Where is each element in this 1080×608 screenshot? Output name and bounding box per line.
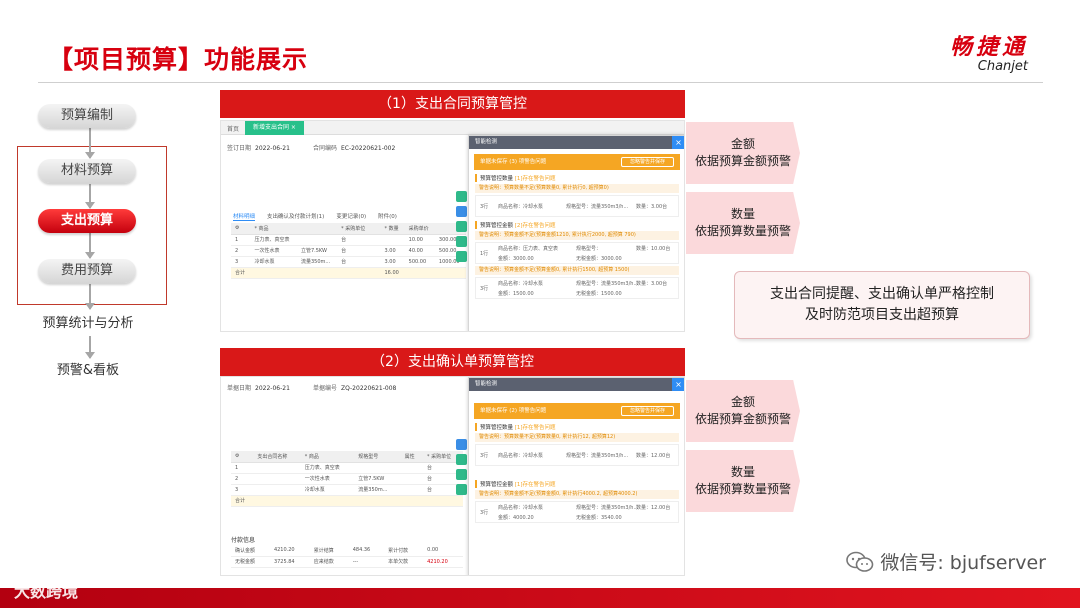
warning-text: 警告说明：预算金额不足(预算金额1210, 累计执行2000, 超预算 790): [475, 231, 679, 240]
ignore-and-save-button[interactable]: 忽略警告并保存: [620, 406, 674, 416]
panel1-items-table: ⚙ * 商品 * 采购单位 * 数量 采购单价 1 压力表、真空表台 10.00 300.00…: [231, 223, 466, 279]
warning-text: 警告说明：预算金额不足(预算金额0, 累计执行1500, 超预算 1500): [475, 266, 679, 275]
section-quantity: 预算管控数量 [1]存在警告问题: [475, 423, 679, 431]
warning-text: 警告说明：预算数量不足(预算数量0, 累计执行12, 超预算12): [475, 433, 679, 442]
panel1-banner: （1）支出合同预算管控: [220, 90, 685, 118]
flow-arrow-icon: [85, 252, 95, 259]
flow-step-budget-compile[interactable]: 预算编制: [38, 104, 136, 128]
callout-quantity-warning: 数量 依据预算数量预警: [686, 450, 800, 512]
payment-info-title: 付款信息: [231, 537, 256, 544]
table-row[interactable]: 2 一次性水表 立管7.5KW 台: [231, 473, 463, 485]
callout-amount-warning: 金额 依据预算金额预警: [686, 122, 800, 184]
panel1-icon-rail: [456, 191, 468, 266]
panel2-items-table: ⚙ 支出合同名称 * 商品 规格型号 属性 * 采购单位 1 压力表、真空表台 2 一次性水表…: [231, 451, 463, 507]
close-icon[interactable]: ×: [672, 378, 684, 391]
callout-amount-warning: 金额 依据预算金额预警: [686, 380, 800, 442]
subtab-0[interactable]: 材料明细: [233, 212, 256, 221]
rail-icon[interactable]: [456, 191, 467, 202]
table-row[interactable]: 3 冷却水泵 流量350m... 台 3.00 500.00 1000.00: [231, 256, 466, 268]
watermark-text: 大数跨境: [14, 582, 79, 601]
tab-new-contract[interactable]: 新增支出合同 ×: [245, 121, 304, 135]
flow-step-warning-dashboard[interactable]: 预警&看板: [28, 359, 148, 383]
rail-icon[interactable]: [456, 484, 467, 495]
rail-icon[interactable]: [456, 469, 467, 480]
section-amount: 预算管控金额 [1]存在警告问题: [475, 480, 679, 488]
panel1-tabbar: 首页 新增支出合同 ×: [221, 121, 684, 135]
chanjet-logo: 畅捷通 Chanjet: [950, 36, 1028, 73]
flow-step-cost-budget[interactable]: 费用预算: [38, 259, 136, 283]
rail-icon[interactable]: [456, 454, 467, 465]
dialog-alert: 单据未保存 (2) 项警告问题 忽略警告并保存: [474, 403, 680, 419]
warning-item: 3行 商品名称：冷却水泵 金额：1500.00 规格型号：流量350m3/h..…: [475, 277, 679, 299]
panel1-date: 签订日期 2022-06-21: [227, 145, 290, 152]
warning-item: 1行 商品名称：压力表、真空表 金额：3000.00 规格型号： 无税金额：30…: [475, 242, 679, 264]
panel1-subtabs[interactable]: 材料明细 支出确认及付款计划(1) 变更记录(0) 附件(0): [233, 212, 397, 221]
warning-item: 3行 商品名称：冷却水泵 规格型号：流量350m3/h... 数量：12.00台: [475, 444, 679, 466]
warning-item: 3行 商品名称：冷却水泵 金额：4000.20 规格型号：流量350m3/h..…: [475, 501, 679, 523]
flow-step-expense-budget[interactable]: 支出预算: [38, 209, 136, 233]
panel1-warning-dialog: 智能检测 × 单据未保存 (3) 项警告问题 忽略警告并保存 预算管控数量 [1…: [468, 135, 684, 331]
rail-icon[interactable]: [456, 251, 467, 262]
section-quantity: 预算管控数量 [1]存在警告问题: [475, 174, 679, 182]
subtab-3[interactable]: 附件(0): [378, 212, 397, 221]
table-row[interactable]: 3 冷却水泵 流量350m... 台: [231, 484, 463, 496]
section-amount: 预算管控金额 [2]存在警告问题: [475, 221, 679, 229]
tab-home[interactable]: 首页: [227, 124, 239, 133]
dialog-alert: 单据未保存 (3) 项警告问题 忽略警告并保存: [474, 154, 680, 170]
logo-chinese: 畅捷通: [949, 34, 1028, 60]
rail-icon[interactable]: [456, 206, 467, 217]
table-total-row: 合计: [231, 495, 463, 507]
panel2-date: 单据日期 2022-06-21: [227, 385, 290, 392]
wechat-account: 微信号: bjufserver: [846, 548, 1046, 575]
flow-arrow-icon: [85, 352, 95, 359]
panel2-icon-rail: [456, 439, 468, 499]
flow-arrow-icon: [85, 303, 95, 310]
rail-icon[interactable]: [456, 439, 467, 450]
subtab-2[interactable]: 变更记录(0): [336, 212, 366, 221]
table-row[interactable]: 1 压力表、真空表台 10.00 300.00: [231, 234, 466, 246]
close-icon[interactable]: ×: [672, 136, 684, 149]
ignore-and-save-button[interactable]: 忽略警告并保存: [620, 157, 674, 167]
table-header-row: ⚙ * 商品 * 采购单位 * 数量 采购单价: [231, 223, 466, 235]
flow-step-budget-analysis[interactable]: 预算统计与分析: [28, 312, 148, 336]
page-title: 【项目预算】功能展示: [48, 45, 309, 74]
payment-info-table: 确认金额 4210.20 累计结算 484.36 累计付款 0.00 无税金额 3725.8…: [231, 545, 463, 568]
dialog-title: 智能检测 ×: [469, 136, 684, 149]
panel2-code: 单据编号 ZQ-20220621-008: [313, 385, 397, 392]
table-header-row: ⚙ 支出合同名称 * 商品 规格型号 属性 * 采购单位: [231, 451, 463, 463]
summary-note: 支出合同提醒、支出确认单严格控制 及时防范项目支出超预算: [734, 271, 1030, 339]
callout-quantity-warning: 数量 依据预算数量预警: [686, 192, 800, 254]
rail-icon[interactable]: [456, 236, 467, 247]
table-total-row: 合计 16.00: [231, 267, 466, 279]
panel1-code: 合同编码 EC-20220621-002: [313, 145, 396, 152]
panel2-warning-dialog: 智能检测 × 单据未保存 (2) 项警告问题 忽略警告并保存 预算管控数量 [1…: [468, 377, 684, 575]
panel2-banner: （2）支出确认单预算管控: [220, 348, 685, 376]
flow-arrow-icon: [85, 202, 95, 209]
warning-text: 警告说明：预算数量不足(预算数量0, 累计执行0, 超预算0): [475, 184, 679, 193]
rail-icon[interactable]: [456, 221, 467, 232]
header-divider: [38, 82, 1043, 83]
table-row: 无税金额 3725.84 应来结款 --- 本单欠款 4210.20: [231, 556, 463, 568]
footer-bar: [0, 588, 1080, 608]
logo-english: Chanjet: [977, 59, 1028, 74]
flow-step-material-budget[interactable]: 材料预算: [38, 159, 136, 183]
dialog-title: 智能检测 ×: [469, 378, 684, 391]
subtab-1[interactable]: 支出确认及付款计划(1): [267, 212, 324, 221]
wechat-icon: [846, 551, 874, 573]
wechat-id: 微信号: bjufserver: [880, 552, 1046, 574]
panel1-screenshot: 首页 新增支出合同 × 签订日期 2022-06-21 合同编码 EC-202206…: [220, 120, 685, 332]
flow-arrow-icon: [85, 152, 95, 159]
table-row[interactable]: 2 一次性水表 立管7.5KW 台 3.00 40.00 500.00: [231, 245, 466, 257]
panel2-screenshot: 单据日期 2022-06-21 单据编号 ZQ-20220621-008 ⚙ 支出合同…: [220, 376, 685, 576]
table-row[interactable]: 1 压力表、真空表台: [231, 462, 463, 474]
table-row: 确认金额 4210.20 累计结算 484.36 累计付款 0.00: [231, 545, 463, 557]
warning-item: 3行 商品名称：冷却水泵 规格型号：流量350m3/h... 数量：3.00台: [475, 195, 679, 217]
warning-text: 警告说明：预算金额不足(预算金额0, 累计执行4000.2, 超预算4000.2…: [475, 490, 679, 499]
